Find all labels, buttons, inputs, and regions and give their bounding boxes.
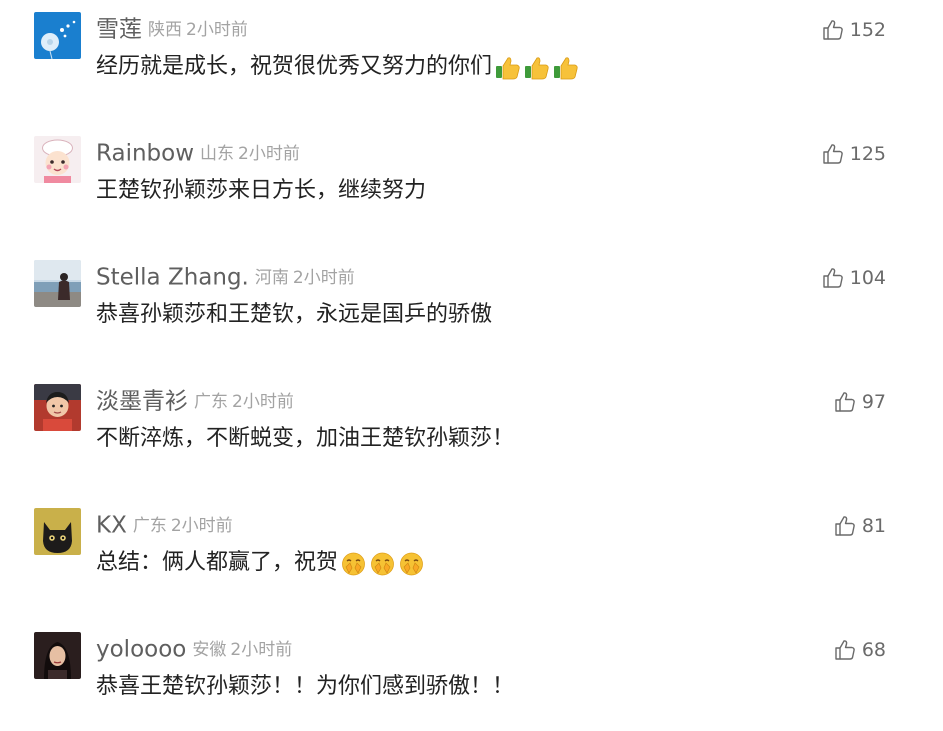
timestamp: 2小时前 — [292, 267, 355, 288]
like-button[interactable]: 152 — [822, 15, 886, 43]
emoji-row — [494, 50, 581, 84]
comment-item: Stella Zhang. 河南 2小时前 恭喜孙颖莎和王楚钦，永远是国乒的骄傲 1… — [0, 248, 943, 358]
comment-item: KX 广东 2小时前 总结：俩人都赢了，祝贺 81 — [0, 496, 943, 606]
cartoon-chef-avatar[interactable] — [34, 136, 81, 183]
comment-text: 总结：俩人都赢了，祝贺 — [96, 546, 427, 580]
timestamp: 2小时前 — [170, 515, 233, 536]
timestamp: 2小时前 — [230, 639, 293, 660]
comment-list: 雪莲 陕西 2小时前 经历就是成长，祝贺很优秀又努力的你们 152 Rainbo… — [0, 0, 943, 731]
comment-body: 恭喜王楚钦孙颖莎！！为你们感到骄傲！！ — [96, 674, 515, 699]
like-count: 125 — [849, 142, 886, 165]
thumbs-up-icon — [822, 19, 844, 41]
timestamp: 2小时前 — [238, 143, 300, 164]
like-button[interactable]: 68 — [834, 635, 886, 663]
timestamp: 2小时前 — [186, 19, 248, 40]
clapping-face-emoji-icon — [369, 550, 396, 577]
comment-meta: KX 广东 2小时前 — [96, 510, 233, 540]
comment-item: Rainbow 山东 2小时前 王楚钦孙颖莎来日方长，继续努力 125 — [0, 124, 943, 234]
comment-item: 淡墨青衫 广东 2小时前 不断淬炼，不断蜕变，加油王楚钦孙颖莎！ 97 — [0, 372, 943, 482]
username[interactable]: 淡墨青衫 — [96, 389, 188, 415]
location-label: 河南 — [254, 267, 289, 288]
comment-item: yoloooo 安徽 2小时前 恭喜王楚钦孙颖莎！！为你们感到骄傲！！ 68 — [0, 620, 943, 730]
comment-meta: 淡墨青衫 广东 2小时前 — [96, 386, 294, 416]
emoji-row — [340, 546, 427, 580]
like-count: 152 — [849, 18, 886, 41]
woman-portrait-avatar[interactable] — [34, 632, 81, 679]
thumbs-up-icon — [834, 515, 856, 537]
thumbs-up-emoji-icon — [523, 54, 550, 81]
dandelion-avatar[interactable] — [34, 12, 81, 59]
comment-text: 不断淬炼，不断蜕变，加油王楚钦孙颖莎！ — [96, 422, 514, 456]
like-button[interactable]: 104 — [822, 263, 886, 291]
username[interactable]: yoloooo — [96, 637, 186, 663]
comment-item: 雪莲 陕西 2小时前 经历就是成长，祝贺很优秀又努力的你们 152 — [0, 0, 943, 110]
username[interactable]: KX — [96, 513, 127, 539]
thumbs-up-icon — [822, 143, 844, 165]
comment-text: 恭喜孙颖莎和王楚钦，永远是国乒的骄傲 — [96, 298, 492, 332]
clapping-face-emoji-icon — [340, 550, 367, 577]
username[interactable]: Rainbow — [96, 141, 194, 167]
comment-body: 王楚钦孙颖莎来日方长，继续努力 — [96, 178, 427, 203]
username[interactable]: 雪莲 — [96, 17, 142, 43]
comment-body: 总结：俩人都赢了，祝贺 — [96, 550, 339, 575]
comment-text: 王楚钦孙颖莎来日方长，继续努力 — [96, 174, 426, 208]
thumbs-up-icon — [822, 267, 844, 289]
comment-meta: Stella Zhang. 河南 2小时前 — [96, 262, 355, 292]
thumbs-up-emoji-icon — [552, 54, 579, 81]
seaside-person-avatar[interactable] — [34, 260, 81, 307]
clapping-face-emoji-icon — [398, 550, 425, 577]
comment-meta: Rainbow 山东 2小时前 — [96, 138, 300, 168]
like-count: 104 — [849, 266, 886, 289]
like-button[interactable]: 125 — [822, 139, 886, 167]
like-count: 68 — [861, 638, 886, 661]
thumbs-up-icon — [834, 391, 856, 413]
username[interactable]: Stella Zhang. — [96, 265, 249, 291]
thumbs-up-emoji-icon — [494, 54, 521, 81]
comment-meta: yoloooo 安徽 2小时前 — [96, 634, 292, 664]
child-photo-avatar[interactable] — [34, 384, 81, 431]
thumbs-up-icon — [834, 639, 856, 661]
like-count: 81 — [861, 514, 886, 537]
location-label: 广东 — [194, 391, 228, 412]
like-button[interactable]: 97 — [834, 387, 886, 415]
like-button[interactable]: 81 — [834, 511, 886, 539]
black-cat-avatar[interactable] — [34, 508, 81, 555]
location-label: 山东 — [200, 143, 235, 164]
comment-meta: 雪莲 陕西 2小时前 — [96, 14, 248, 44]
location-label: 陕西 — [148, 19, 182, 40]
location-label: 安徽 — [192, 639, 227, 660]
comment-body: 不断淬炼，不断蜕变，加油王楚钦孙颖莎！ — [96, 426, 515, 451]
comment-body: 恭喜孙颖莎和王楚钦，永远是国乒的骄傲 — [96, 302, 493, 327]
timestamp: 2小时前 — [232, 391, 294, 412]
location-label: 广东 — [132, 515, 167, 536]
comment-text: 经历就是成长，祝贺很优秀又努力的你们 — [96, 50, 581, 84]
comment-body: 经历就是成长，祝贺很优秀又努力的你们 — [96, 54, 493, 79]
comment-text: 恭喜王楚钦孙颖莎！！为你们感到骄傲！！ — [96, 670, 514, 704]
like-count: 97 — [861, 390, 886, 413]
